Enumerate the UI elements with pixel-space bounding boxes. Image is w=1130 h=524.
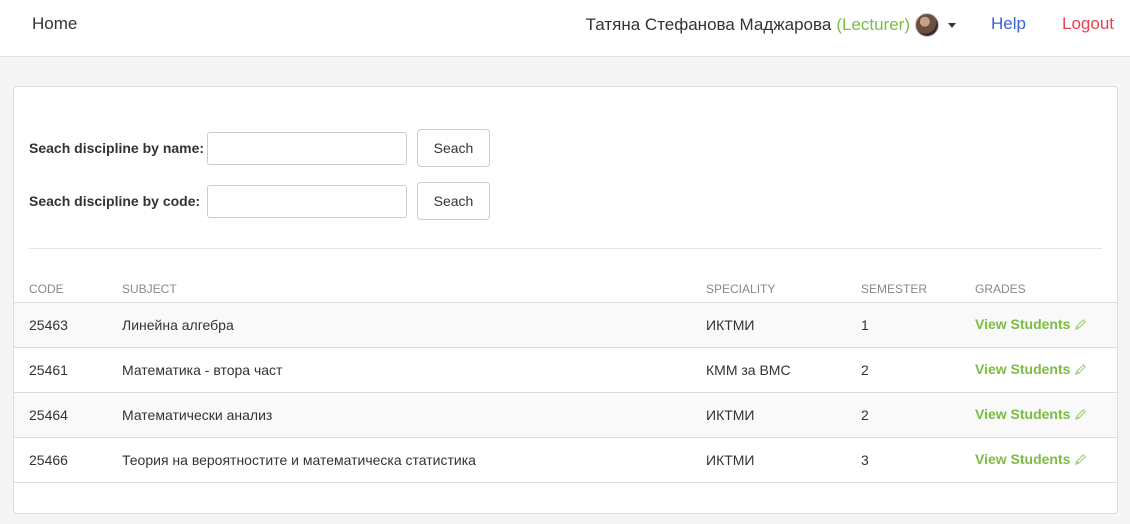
table-row: 25464 Математически анализ ИКТМИ 2 View … <box>14 393 1117 438</box>
table-row: 25466 Теория на вероятностите и математи… <box>14 438 1117 483</box>
cell-semester: 2 <box>861 407 869 423</box>
main-panel: Seach discipline by name: Seach Seach di… <box>13 86 1118 514</box>
nav-help-link[interactable]: Help <box>991 14 1026 34</box>
cell-speciality: ИКТМИ <box>706 317 755 333</box>
cell-code: 25461 <box>29 362 68 378</box>
cell-subject: Теория на вероятностите и математическа … <box>122 452 476 468</box>
header-grades: GRADES <box>975 282 1026 296</box>
pencil-icon <box>1075 408 1087 420</box>
search-by-code-input[interactable] <box>207 184 407 218</box>
cell-subject: Линейна алгебра <box>122 317 234 333</box>
header-code: CODE <box>29 282 64 296</box>
view-students-link[interactable]: View Students <box>975 316 1087 332</box>
cell-subject: Математика - втора част <box>122 362 283 378</box>
top-navbar: Home Татяна Стефанова Маджарова (Lecture… <box>0 0 1130 57</box>
search-by-name-button[interactable]: Seach <box>417 129 490 167</box>
search-by-code-button[interactable]: Seach <box>417 182 490 220</box>
user-role: (Lecturer) <box>836 15 910 34</box>
cell-speciality: КММ за ВМС <box>706 362 791 378</box>
pencil-icon <box>1075 363 1087 375</box>
cell-semester: 3 <box>861 452 869 468</box>
view-students-label: View Students <box>975 406 1071 422</box>
view-students-link[interactable]: View Students <box>975 361 1087 377</box>
view-students-label: View Students <box>975 361 1071 377</box>
table-header: CODE SUBJECT SPECIALITY SEMESTER GRADES <box>14 273 1117 303</box>
header-semester: SEMESTER <box>861 282 928 296</box>
user-name: Татяна Стефанова Маджарова <box>585 15 832 34</box>
nav-home-link[interactable]: Home <box>32 14 77 34</box>
search-by-name-input[interactable] <box>207 131 407 165</box>
cell-code: 25466 <box>29 452 68 468</box>
caret-down-icon <box>948 22 956 28</box>
search-by-name-row: Seach discipline by name: Seach <box>29 129 490 167</box>
disciplines-table: CODE SUBJECT SPECIALITY SEMESTER GRADES … <box>14 273 1117 483</box>
nav-logout-link[interactable]: Logout <box>1062 14 1114 34</box>
view-students-label: View Students <box>975 451 1071 467</box>
cell-speciality: ИКТМИ <box>706 452 755 468</box>
cell-code: 25463 <box>29 317 68 333</box>
cell-subject: Математически анализ <box>122 407 273 423</box>
search-by-code-label: Seach discipline by code: <box>29 193 201 209</box>
table-row: 25461 Математика - втора част КММ за ВМС… <box>14 348 1117 393</box>
view-students-label: View Students <box>975 316 1071 332</box>
header-subject: SUBJECT <box>122 282 177 296</box>
cell-code: 25464 <box>29 407 68 423</box>
user-menu[interactable]: Татяна Стефанова Маджарова (Lecturer) <box>586 13 956 37</box>
divider <box>29 248 1102 249</box>
avatar <box>915 13 939 37</box>
cell-speciality: ИКТМИ <box>706 407 755 423</box>
search-by-name-label: Seach discipline by name: <box>29 140 205 156</box>
pencil-icon <box>1075 318 1087 330</box>
cell-semester: 2 <box>861 362 869 378</box>
search-by-code-row: Seach discipline by code: Seach <box>29 182 490 220</box>
pencil-icon <box>1075 453 1087 465</box>
view-students-link[interactable]: View Students <box>975 406 1087 422</box>
header-speciality: SPECIALITY <box>706 282 776 296</box>
table-row: 25463 Линейна алгебра ИКТМИ 1 View Stude… <box>14 303 1117 348</box>
view-students-link[interactable]: View Students <box>975 451 1087 467</box>
cell-semester: 1 <box>861 317 869 333</box>
